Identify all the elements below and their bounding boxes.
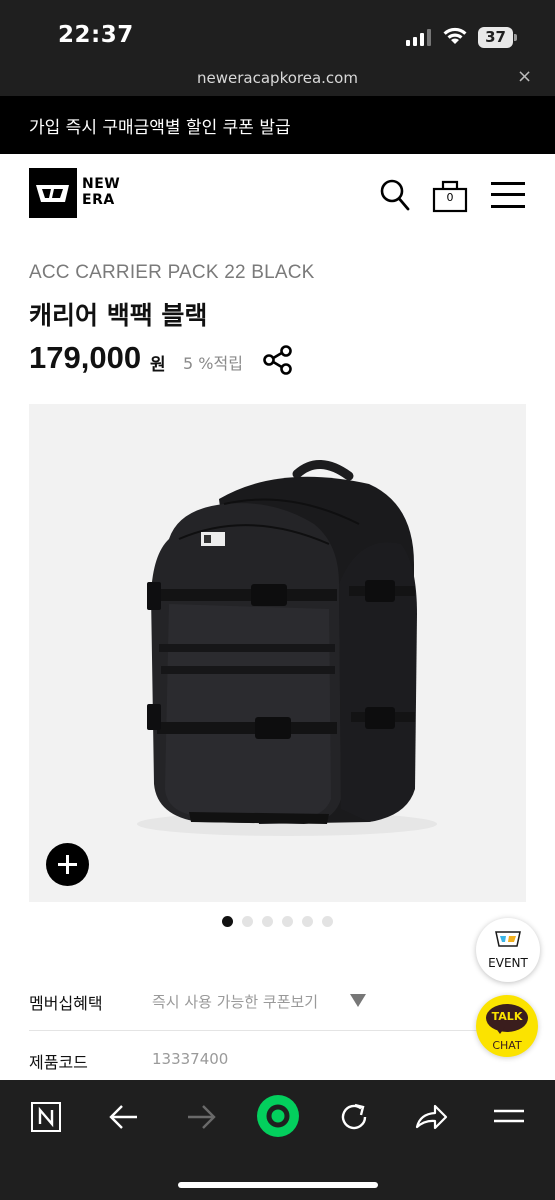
status-time: 22:37	[58, 22, 134, 48]
promo-banner[interactable]: 가입 즉시 구매금액별 할인 쿠폰 발급	[0, 96, 555, 154]
browser-top-chrome: 22:37 37 neweracapkorea.com ×	[0, 0, 555, 96]
points-rate: 5 %적립	[183, 354, 243, 373]
caret-down-icon[interactable]	[350, 994, 366, 1007]
shopping-bag-button[interactable]: 0	[432, 177, 468, 213]
new-era-flag-icon	[495, 931, 521, 947]
home-indicator	[178, 1182, 378, 1188]
product-code-value: 13337400	[152, 1050, 229, 1068]
event-button[interactable]: EVENT	[476, 918, 540, 982]
price-unit: 원	[150, 355, 166, 375]
url-bar[interactable]: neweracapkorea.com	[0, 69, 555, 87]
zoom-plus-button[interactable]	[46, 843, 89, 886]
kakao-talk-chat-button[interactable]: TALK CHAT	[476, 995, 538, 1057]
bag-count: 0	[446, 191, 454, 204]
share-icon[interactable]	[262, 345, 294, 375]
logo-text-new: NEW	[82, 176, 121, 192]
new-era-flag-icon	[29, 168, 77, 218]
product-price: 179,000	[29, 340, 142, 375]
reload-icon[interactable]	[334, 1097, 374, 1137]
close-icon[interactable]: ×	[517, 66, 532, 87]
chat-label: CHAT	[492, 1039, 522, 1052]
event-label: EVENT	[488, 956, 528, 970]
cellular-signal-icon	[406, 29, 432, 46]
carousel-dot[interactable]	[302, 916, 313, 927]
forward-arrow-icon[interactable]	[181, 1097, 221, 1137]
carousel-dot[interactable]	[242, 916, 253, 927]
carousel-dot[interactable]	[322, 916, 333, 927]
wifi-icon	[443, 27, 467, 44]
back-arrow-icon[interactable]	[104, 1097, 144, 1137]
menu-icon[interactable]	[489, 1097, 529, 1137]
product-code-name: ACC CARRIER PACK 22 BLACK	[29, 262, 315, 283]
green-dot-icon[interactable]	[256, 1094, 300, 1138]
backpack-illustration	[137, 460, 437, 836]
carousel-dot[interactable]	[282, 916, 293, 927]
battery-level: 37	[478, 27, 513, 48]
battery-icon: 37	[478, 27, 518, 48]
talk-label: TALK	[491, 1010, 523, 1023]
coupon-view-link[interactable]: 즉시 사용 가능한 쿠폰보기	[152, 991, 318, 1012]
logo-text-era: ERA	[82, 192, 115, 208]
promo-banner-text: 가입 즉시 구매금액별 할인 쿠폰 발급	[29, 118, 291, 138]
search-icon[interactable]	[379, 178, 411, 212]
divider	[29, 1030, 526, 1031]
naver-home-icon[interactable]	[26, 1097, 66, 1137]
membership-benefit-label: 멤버십혜택	[29, 994, 103, 1013]
product-title: 캐리어 백팩 블랙	[29, 301, 208, 330]
product-image[interactable]	[29, 404, 526, 902]
share-icon[interactable]	[411, 1097, 451, 1137]
carousel-dot[interactable]	[222, 916, 233, 927]
hamburger-menu-icon[interactable]	[491, 181, 525, 209]
product-code-label: 제품코드	[29, 1053, 88, 1072]
new-era-logo[interactable]: NEW ERA	[29, 168, 129, 218]
carousel-dot[interactable]	[262, 916, 273, 927]
